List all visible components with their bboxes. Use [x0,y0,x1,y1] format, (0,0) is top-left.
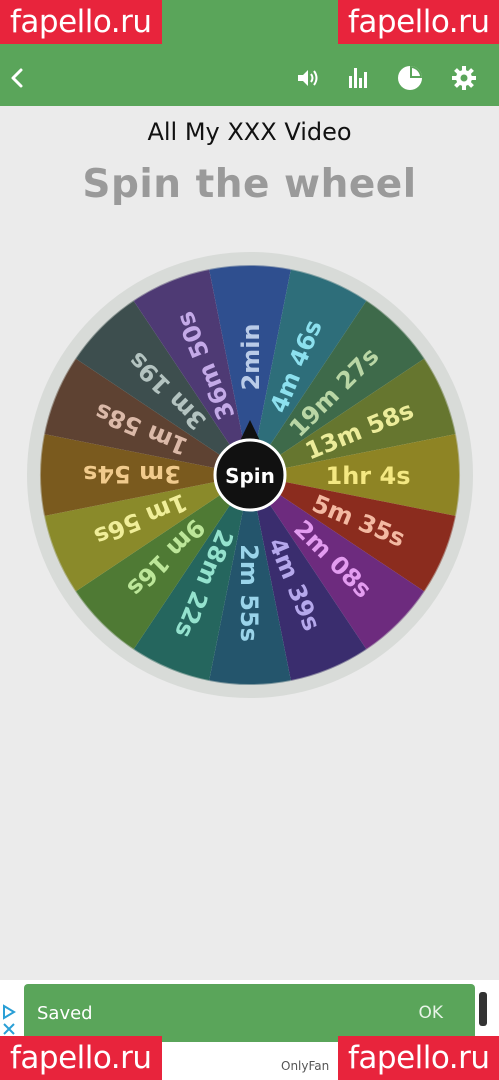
ad-scroll-handle [479,992,487,1026]
wheel-segment-label: 1hr 4s [326,462,411,490]
wheel-segment-label: 2min [237,323,265,390]
wheel-segment-label: 3m 54s [83,460,181,488]
watermark: fapello.ru [0,1036,162,1080]
footer-text: OnlyFan [281,1059,330,1073]
spin-button-label: Spin [225,464,275,488]
spin-wheel[interactable]: 2min 4m 46s19m 27s13m 58s1hr 4s5m 35s2m 0… [0,0,499,980]
snackbar-ok-button[interactable]: OK [418,1003,443,1023]
snackbar-message: Saved [37,1003,93,1024]
wheel-segment-label: 2m 55s [235,544,263,642]
watermark: fapello.ru [338,1036,499,1080]
snackbar: Saved OK [24,984,475,1042]
